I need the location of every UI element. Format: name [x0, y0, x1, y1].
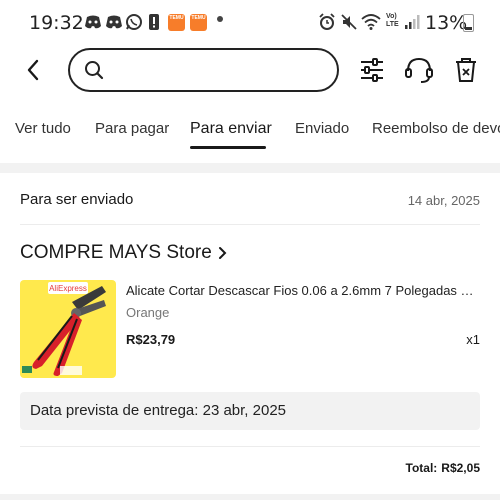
delivery-estimate-box: Data prevista de entrega: 23 abr, 2025 — [20, 392, 480, 430]
alarm-icon — [318, 12, 336, 32]
total-value: R$2,05 — [441, 461, 480, 475]
tab-ver-tudo[interactable]: Ver tudo — [15, 120, 71, 137]
search-icon — [84, 60, 104, 85]
divider — [20, 224, 480, 225]
product-title[interactable]: Alicate Cortar Descascar Fios 0.06 a 2.6… — [126, 283, 480, 298]
filter-button[interactable] — [356, 54, 388, 86]
total-label: Total: — [405, 461, 438, 475]
tab-reembolso-devolucao[interactable]: Reembolso de devolu — [372, 120, 500, 137]
network-type-label: Vo) LTE — [386, 13, 399, 28]
tab-enviado[interactable]: Enviado — [295, 120, 349, 137]
order-status-label: Para ser enviado — [20, 191, 134, 208]
store-link[interactable]: COMPRE MAYS Store — [20, 242, 227, 264]
product-price: R$23,79 — [126, 332, 176, 347]
temu-icon: TEMU — [168, 14, 185, 31]
thumb-brand-text: AliExpress — [49, 284, 87, 293]
alert-icon — [148, 12, 160, 32]
divider — [20, 446, 480, 447]
section-separator — [0, 494, 500, 500]
support-button[interactable] — [403, 54, 435, 86]
search-input[interactable] — [116, 58, 326, 82]
whatsapp-icon — [125, 12, 143, 32]
product-thumbnail[interactable]: AliExpress — [20, 280, 116, 378]
wire-stripper-image: AliExpress — [22, 282, 106, 376]
status-bar: 19:32 TEMU TEMU Vo) LTE 13% — [0, 0, 500, 44]
battery-percent: 13% — [425, 12, 468, 34]
notification-dot — [217, 16, 223, 22]
product-quantity: x1 — [466, 332, 480, 347]
order-total: Total: R$2,05 — [406, 461, 480, 475]
tab-para-enviar[interactable]: Para enviar — [190, 120, 272, 138]
battery-icon — [463, 14, 474, 32]
order-status-tabs: Ver tudo Para pagar Para enviar Enviado … — [0, 110, 500, 154]
signal-icon — [404, 12, 420, 32]
search-box[interactable] — [68, 48, 339, 92]
chevron-right-icon — [218, 246, 227, 260]
discord-icon — [83, 12, 103, 32]
section-separator — [0, 163, 500, 173]
discord-icon — [104, 12, 124, 32]
back-arrow-icon — [27, 59, 39, 81]
temu-icon: TEMU — [190, 14, 207, 31]
status-time: 19:32 — [29, 12, 84, 34]
mute-icon — [340, 12, 358, 32]
trash-icon — [456, 58, 476, 82]
headset-support-icon — [405, 57, 433, 83]
active-tab-indicator — [190, 146, 266, 149]
delivery-estimate-text: Data prevista de entrega: 23 abr, 2025 — [30, 402, 287, 419]
back-button[interactable] — [20, 56, 46, 84]
product-variant: Orange — [126, 305, 170, 320]
filter-sliders-icon — [361, 58, 383, 82]
wifi-icon — [361, 12, 381, 32]
store-name: COMPRE MAYS Store — [20, 242, 212, 263]
tab-para-pagar[interactable]: Para pagar — [95, 120, 169, 137]
order-date: 14 abr, 2025 — [407, 193, 480, 208]
delete-button[interactable] — [450, 54, 482, 86]
